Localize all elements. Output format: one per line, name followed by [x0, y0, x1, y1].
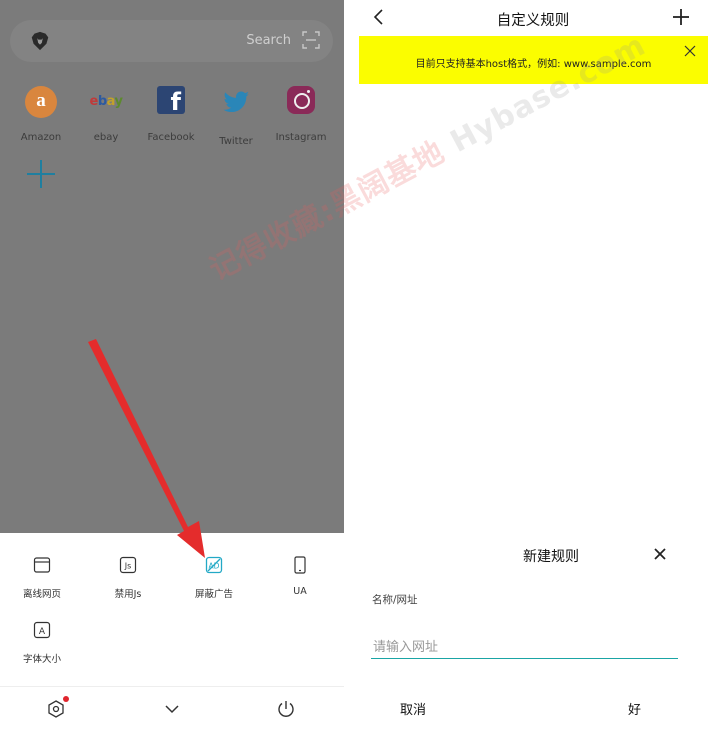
cancel-button[interactable]: 取消	[400, 699, 426, 718]
tool-label: 字体大小	[22, 654, 61, 665]
dialog-close-icon[interactable]	[654, 548, 666, 560]
banner-text: 目前只支持基本host格式，例如: www.sample.com	[415, 59, 652, 70]
add-rule-icon[interactable]	[672, 8, 690, 26]
browser-home-panel: Search a Amazon ebay ebay f Facebook Twi…	[0, 0, 344, 731]
settings-icon[interactable]	[46, 699, 66, 719]
tool-font-size[interactable]: A 字体大小	[7, 621, 77, 665]
name-url-label: 名称/网址	[372, 594, 418, 606]
power-icon[interactable]	[276, 699, 296, 719]
url-input[interactable]	[371, 636, 678, 659]
page-title: 自定义规则	[496, 13, 570, 29]
custom-rules-panel: 自定义规则 目前只支持基本host格式，例如: www.sample.com 新…	[344, 0, 708, 731]
info-banner: 目前只支持基本host格式，例如: www.sample.com	[359, 36, 708, 84]
svg-text:A: A	[39, 627, 46, 637]
ok-button[interactable]: 好	[628, 699, 641, 718]
bottom-toolbar	[0, 686, 344, 731]
notification-dot	[63, 696, 69, 702]
annotation-arrow-icon	[88, 339, 205, 558]
close-icon[interactable]	[684, 45, 696, 57]
font-size-icon: A	[33, 621, 51, 639]
chevron-down-icon[interactable]	[162, 699, 182, 719]
